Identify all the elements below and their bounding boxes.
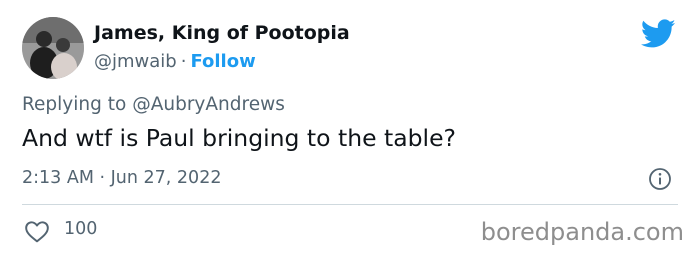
separator-dot: · bbox=[180, 51, 187, 72]
tweet-card: James, King of Pootopia @jmwaib · Follow R… bbox=[0, 0, 700, 257]
follow-button[interactable]: Follow bbox=[190, 51, 255, 72]
avatar-image bbox=[22, 17, 84, 79]
twitter-bird-icon[interactable] bbox=[641, 19, 676, 49]
info-icon[interactable] bbox=[648, 167, 672, 191]
divider bbox=[22, 204, 678, 205]
like-count: 100 bbox=[64, 219, 98, 239]
display-name[interactable]: James, King of Pootopia bbox=[94, 22, 350, 44]
reply-mention-link[interactable]: @AubryAndrews bbox=[132, 94, 285, 115]
tweet-timestamp[interactable]: 2:13 AM · Jun 27, 2022 bbox=[22, 168, 221, 188]
watermark: boredpanda.com bbox=[480, 218, 684, 246]
tweet-text: And wtf is Paul bringing to the table? bbox=[22, 124, 457, 152]
user-handle[interactable]: @jmwaib bbox=[94, 51, 177, 72]
heart-icon[interactable] bbox=[24, 219, 50, 243]
replying-to-line: Replying to @AubryAndrews bbox=[22, 94, 285, 115]
avatar[interactable] bbox=[22, 17, 84, 79]
replying-prefix: Replying to bbox=[22, 94, 127, 115]
handle-line: @jmwaib · Follow bbox=[94, 51, 256, 72]
